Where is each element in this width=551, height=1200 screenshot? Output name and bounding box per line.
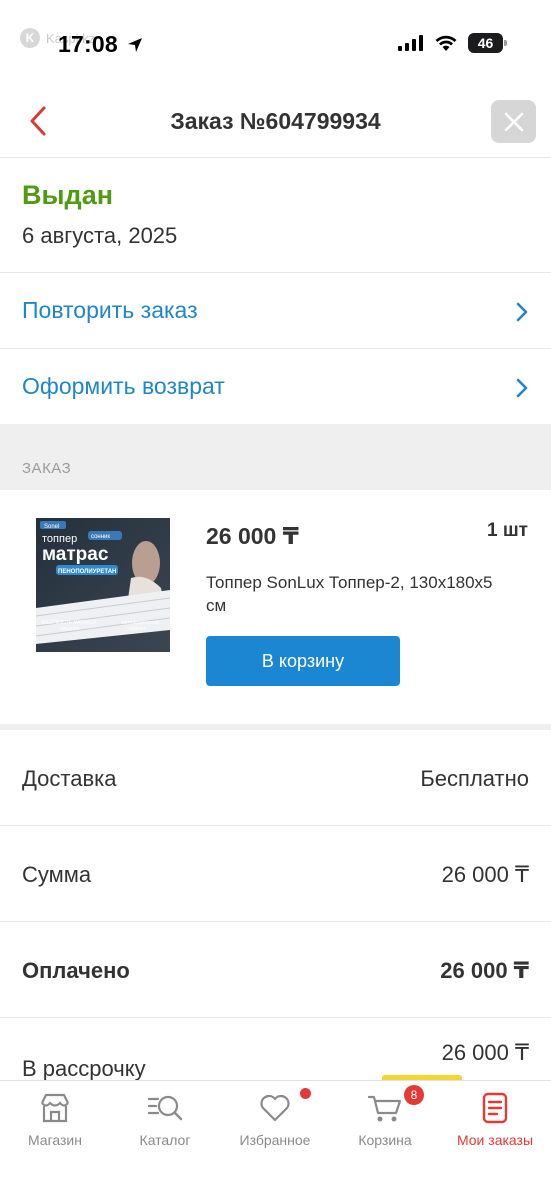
chevron-right-icon <box>516 302 528 322</box>
tab-label: Каталог <box>139 1132 191 1148</box>
catalog-search-icon <box>147 1095 183 1121</box>
section-label: ЗАКАЗ <box>22 460 72 477</box>
summary-row-sum: Сумма 26 000 ₸ <box>0 826 551 922</box>
image-tag: сонник <box>91 534 110 540</box>
chevron-right-icon <box>516 378 528 398</box>
battery-level: 46 <box>477 35 494 51</box>
cellular-signal-icon <box>398 35 423 51</box>
tab-my-orders[interactable]: Мои заказы <box>440 1081 550 1200</box>
order-section-header: ЗАКАЗ <box>0 424 551 490</box>
tab-cart[interactable]: 8 Корзина <box>330 1081 440 1200</box>
image-feature-1-value: средняя <box>60 626 79 632</box>
status-indicators: 46 <box>398 33 507 53</box>
tab-label: Корзина <box>358 1132 412 1148</box>
summary-label: Сумма <box>22 862 92 887</box>
header: Заказ №604799934 <box>0 80 551 158</box>
product-quantity: 1 шт <box>487 520 528 541</box>
status-bar: K Kaspi.kz 17:08 46 <box>0 0 551 80</box>
summary-row-delivery: Доставка Бесплатно <box>0 730 551 826</box>
repeat-order-label: Повторить заказ <box>22 297 198 323</box>
heart-icon <box>260 1094 290 1122</box>
product-image[interactable]: Sonel топпер матрас сонник ПЕНОПОЛИУРЕТА… <box>36 518 170 652</box>
add-to-cart-button[interactable]: В корзину <box>206 636 400 686</box>
favorites-badge-dot <box>300 1088 311 1099</box>
tab-label: Мои заказы <box>456 1132 534 1148</box>
summary-label: Доставка <box>22 766 117 791</box>
return-order-label: Оформить возврат <box>22 373 225 399</box>
tab-catalog[interactable]: Каталог <box>110 1081 220 1200</box>
close-button[interactable] <box>491 100 536 143</box>
tab-label: Избранное <box>239 1132 311 1148</box>
tab-favorites[interactable]: Избранное <box>220 1081 330 1200</box>
summary-value: 26 000 ₸ <box>440 958 529 983</box>
bottom-tab-bar: Магазин Каталог Избранное 8 Корзина Мои … <box>0 1080 551 1200</box>
product-price: 26 000 ₸ <box>206 523 299 549</box>
orders-icon <box>482 1092 508 1124</box>
summary-label: В рассрочку <box>22 1056 146 1081</box>
summary-value: 26 000 ₸ <box>441 862 529 887</box>
summary-value: Бесплатно <box>420 766 529 791</box>
order-date: 6 августа, 2025 <box>22 223 178 248</box>
product-card: Sonel топпер матрас сонник ПЕНОПОЛИУРЕТА… <box>0 490 551 724</box>
kaspi-logo-icon: K <box>20 28 40 48</box>
image-feature-2-value: эффект <box>128 626 147 632</box>
image-material: ПЕНОПОЛИУРЕТАН <box>58 569 116 575</box>
summary-row-paid: Оплачено 26 000 ₸ <box>0 922 551 1018</box>
summary-value: 26 000 ₸ <box>441 1040 529 1065</box>
page-title: Заказ №604799934 <box>170 108 381 134</box>
location-arrow-icon <box>128 38 142 52</box>
product-photo: Sonel топпер матрас сонник ПЕНОПОЛИУРЕТА… <box>36 518 170 652</box>
cart-badge: 8 <box>404 1085 424 1105</box>
repeat-order-row[interactable]: Повторить заказ <box>0 272 551 348</box>
product-name[interactable]: Топпер SonLux Топпер-2, 130x180x5 см <box>206 571 506 617</box>
return-order-row[interactable]: Оформить возврат <box>0 348 551 424</box>
image-title-main: матрас <box>42 544 109 565</box>
order-status: Выдан <box>22 180 114 210</box>
wifi-icon <box>435 35 457 51</box>
cart-icon <box>367 1095 402 1122</box>
status-time: 17:08 <box>58 31 118 57</box>
battery-icon: 46 <box>468 33 507 53</box>
image-brand: Sonel <box>44 524 59 530</box>
close-icon <box>504 112 523 131</box>
summary-label: Оплачено <box>22 958 130 983</box>
tab-label: Магазин <box>27 1132 82 1148</box>
tab-store[interactable]: Магазин <box>0 1081 110 1200</box>
store-icon <box>41 1093 69 1123</box>
image-feature-2: ортопедический <box>122 619 159 626</box>
